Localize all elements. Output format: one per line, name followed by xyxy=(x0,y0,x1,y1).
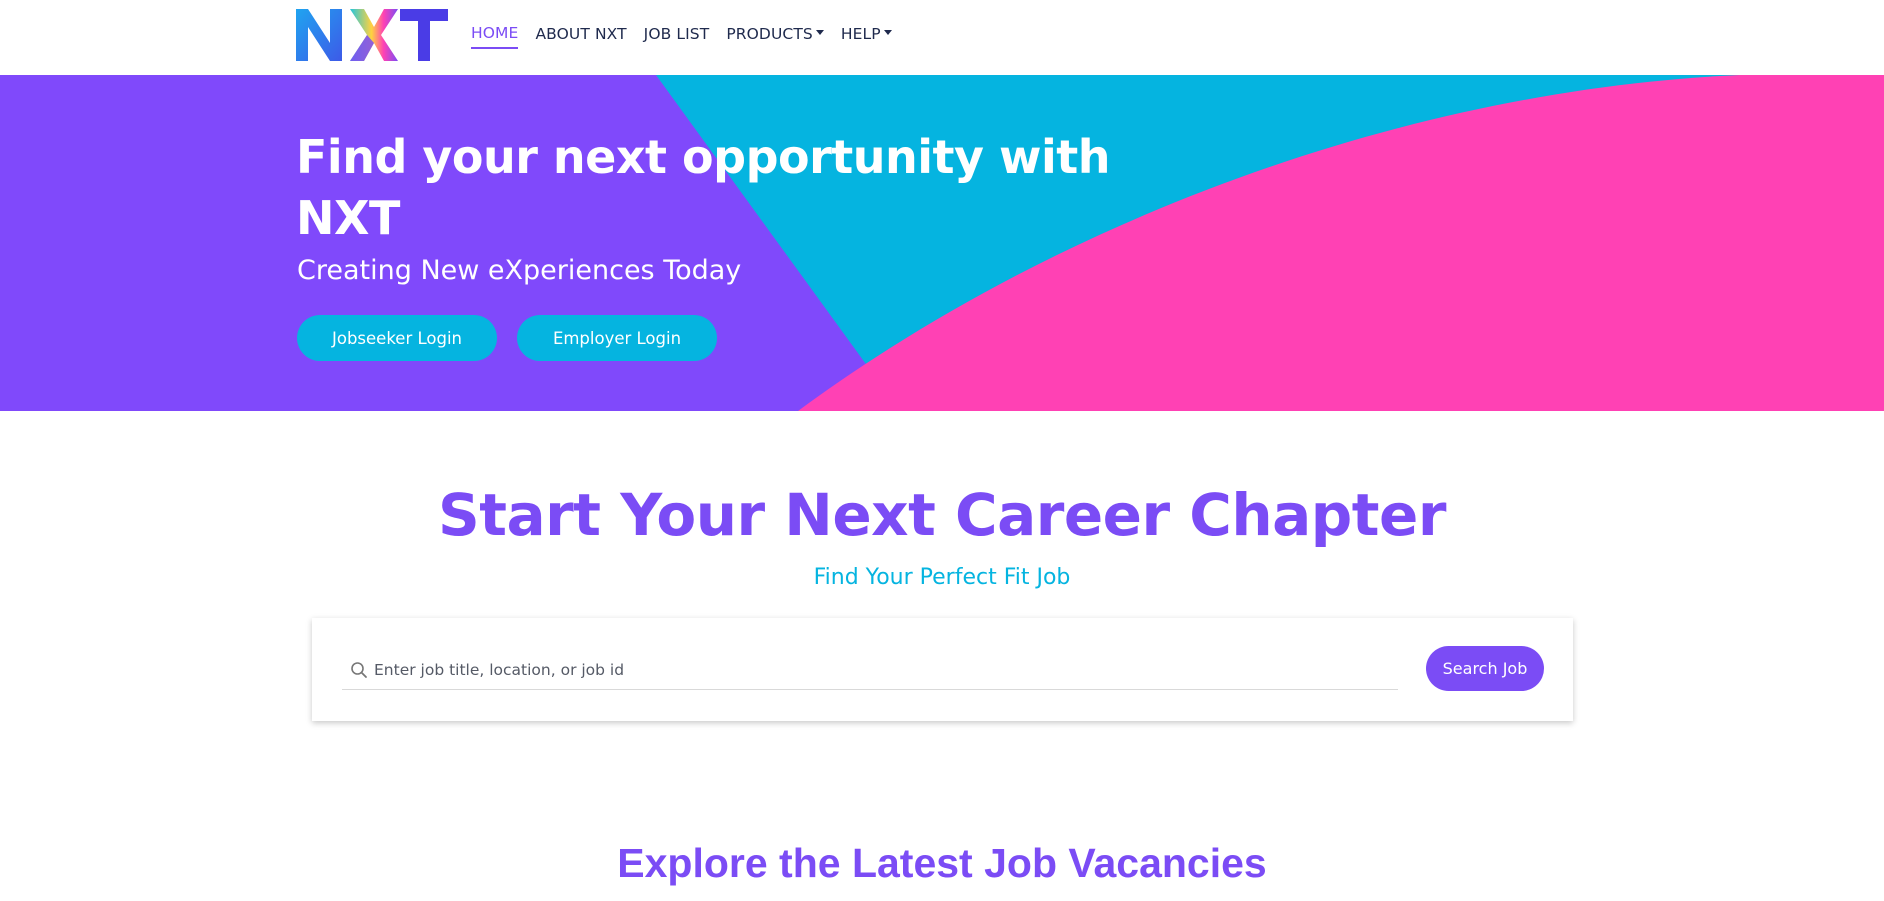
nav-job-list[interactable]: JOB LIST xyxy=(644,25,710,48)
main-nav: HOME ABOUT NXT JOB LIST PRODUCTS HELP xyxy=(471,24,909,49)
caret-down-icon xyxy=(815,30,824,35)
nav-products-label: PRODUCTS xyxy=(726,25,813,43)
job-search-input[interactable] xyxy=(372,655,1392,685)
nav-about-nxt[interactable]: ABOUT NXT xyxy=(535,25,626,48)
career-section-subtitle: Find Your Perfect Fit Job xyxy=(813,565,1071,590)
nav-home[interactable]: HOME xyxy=(471,24,519,49)
search-field xyxy=(342,650,1398,690)
search-job-button[interactable]: Search Job xyxy=(1426,646,1544,691)
nav-help-dropdown[interactable]: HELP xyxy=(841,25,892,48)
career-section-title: Start Your Next Career Chapter xyxy=(438,481,1446,549)
nxt-logo[interactable]: NXT xyxy=(296,7,448,63)
job-search-card: Search Job xyxy=(312,618,1573,721)
nav-help-label: HELP xyxy=(840,25,881,43)
nav-products-dropdown[interactable]: PRODUCTS xyxy=(726,25,824,48)
hero-banner: Find your next opportunity with NXT Crea… xyxy=(0,75,1884,411)
vacancies-section-title: Explore the Latest Job Vacancies xyxy=(617,840,1267,886)
search-icon xyxy=(351,662,367,678)
jobseeker-login-button[interactable]: Jobseeker Login xyxy=(297,315,497,361)
caret-down-icon xyxy=(883,30,892,35)
hero-subtitle: Creating New eXperiences Today xyxy=(297,255,742,286)
navbar: NXT HOME ABOUT NXT JOB LIST PRODUCTS HEL… xyxy=(0,0,1884,75)
employer-login-button[interactable]: Employer Login xyxy=(517,315,717,361)
hero-title: Find your next opportunity with NXT xyxy=(296,130,1111,245)
logo-text: NXT xyxy=(448,7,449,8)
